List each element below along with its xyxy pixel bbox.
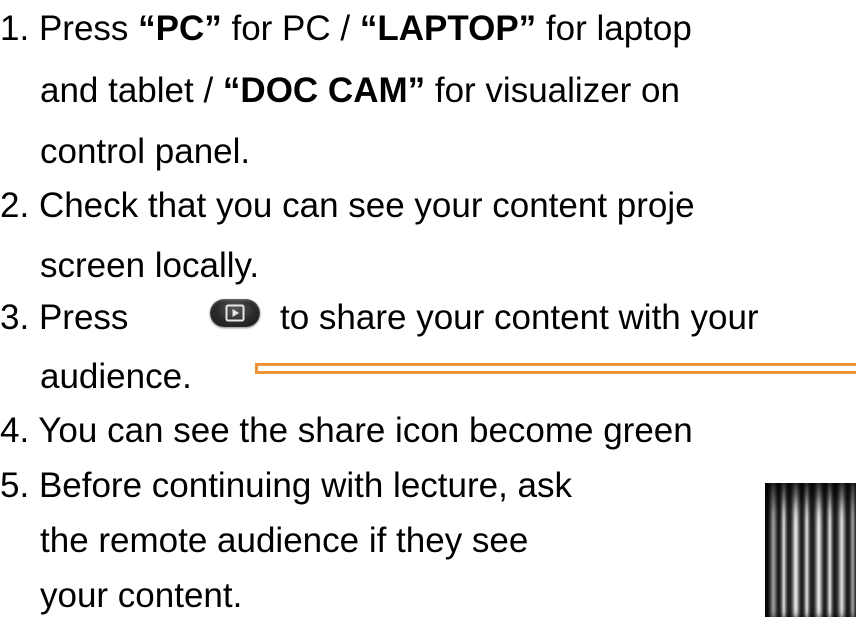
- step-3-number: 3.: [0, 298, 30, 337]
- step-4-text: You can see the share icon become green: [38, 411, 693, 450]
- step-5-number: 5.: [0, 466, 30, 505]
- step-5-line-3: your content.: [40, 576, 243, 615]
- doc-cam-label: “DOC CAM”: [222, 71, 426, 110]
- step-1-line-2: and tablet / “DOC CAM” for visualizer on: [40, 73, 680, 108]
- pc-label: “PC”: [138, 9, 222, 48]
- step-1-number: 1.: [0, 9, 30, 48]
- step-1-text-pre: Press: [38, 9, 139, 48]
- step-5-line-1: 5. Before continuing with lecture, ask: [0, 468, 572, 503]
- step-5-line-2: the remote audience if they see: [40, 521, 529, 560]
- step-4-line-1: 4. You can see the share icon become gre…: [0, 413, 693, 448]
- share-button[interactable]: [210, 299, 260, 327]
- step-3-text-post: to share your content with your: [280, 298, 759, 337]
- step-3-text-pre: Press: [38, 298, 129, 337]
- step-2-text: Check that you can see your content proj…: [38, 186, 695, 225]
- step-2-number: 2.: [0, 186, 30, 225]
- share-content-icon: [225, 304, 245, 322]
- step-4-number: 4.: [0, 411, 30, 450]
- step-3-line-2: audience.: [40, 357, 192, 396]
- curtain-image: [765, 483, 856, 617]
- laptop-label: “LAPTOP”: [359, 9, 537, 48]
- step-1-line-2-pre: and tablet /: [40, 71, 223, 110]
- step-1-line-2-post: for visualizer on: [425, 71, 680, 110]
- slide: 1. Press “PC” for PC / “LAPTOP” for lapt…: [0, 0, 856, 617]
- step-1-line-1: 1. Press “PC” for PC / “LAPTOP” for lapt…: [0, 11, 692, 46]
- highlight-box: [255, 363, 856, 374]
- step-5-text: Before continuing with lecture, ask: [38, 466, 573, 505]
- step-1-line-3: control panel.: [40, 132, 251, 171]
- step-2-line-2: screen locally.: [40, 246, 260, 285]
- step-1-text-mid2: for laptop: [536, 9, 692, 48]
- step-2-line-1: 2. Check that you can see your content p…: [0, 188, 695, 223]
- step-1-text-mid1: for PC /: [221, 9, 360, 48]
- step-3-line-1: 3. Press: [0, 300, 128, 335]
